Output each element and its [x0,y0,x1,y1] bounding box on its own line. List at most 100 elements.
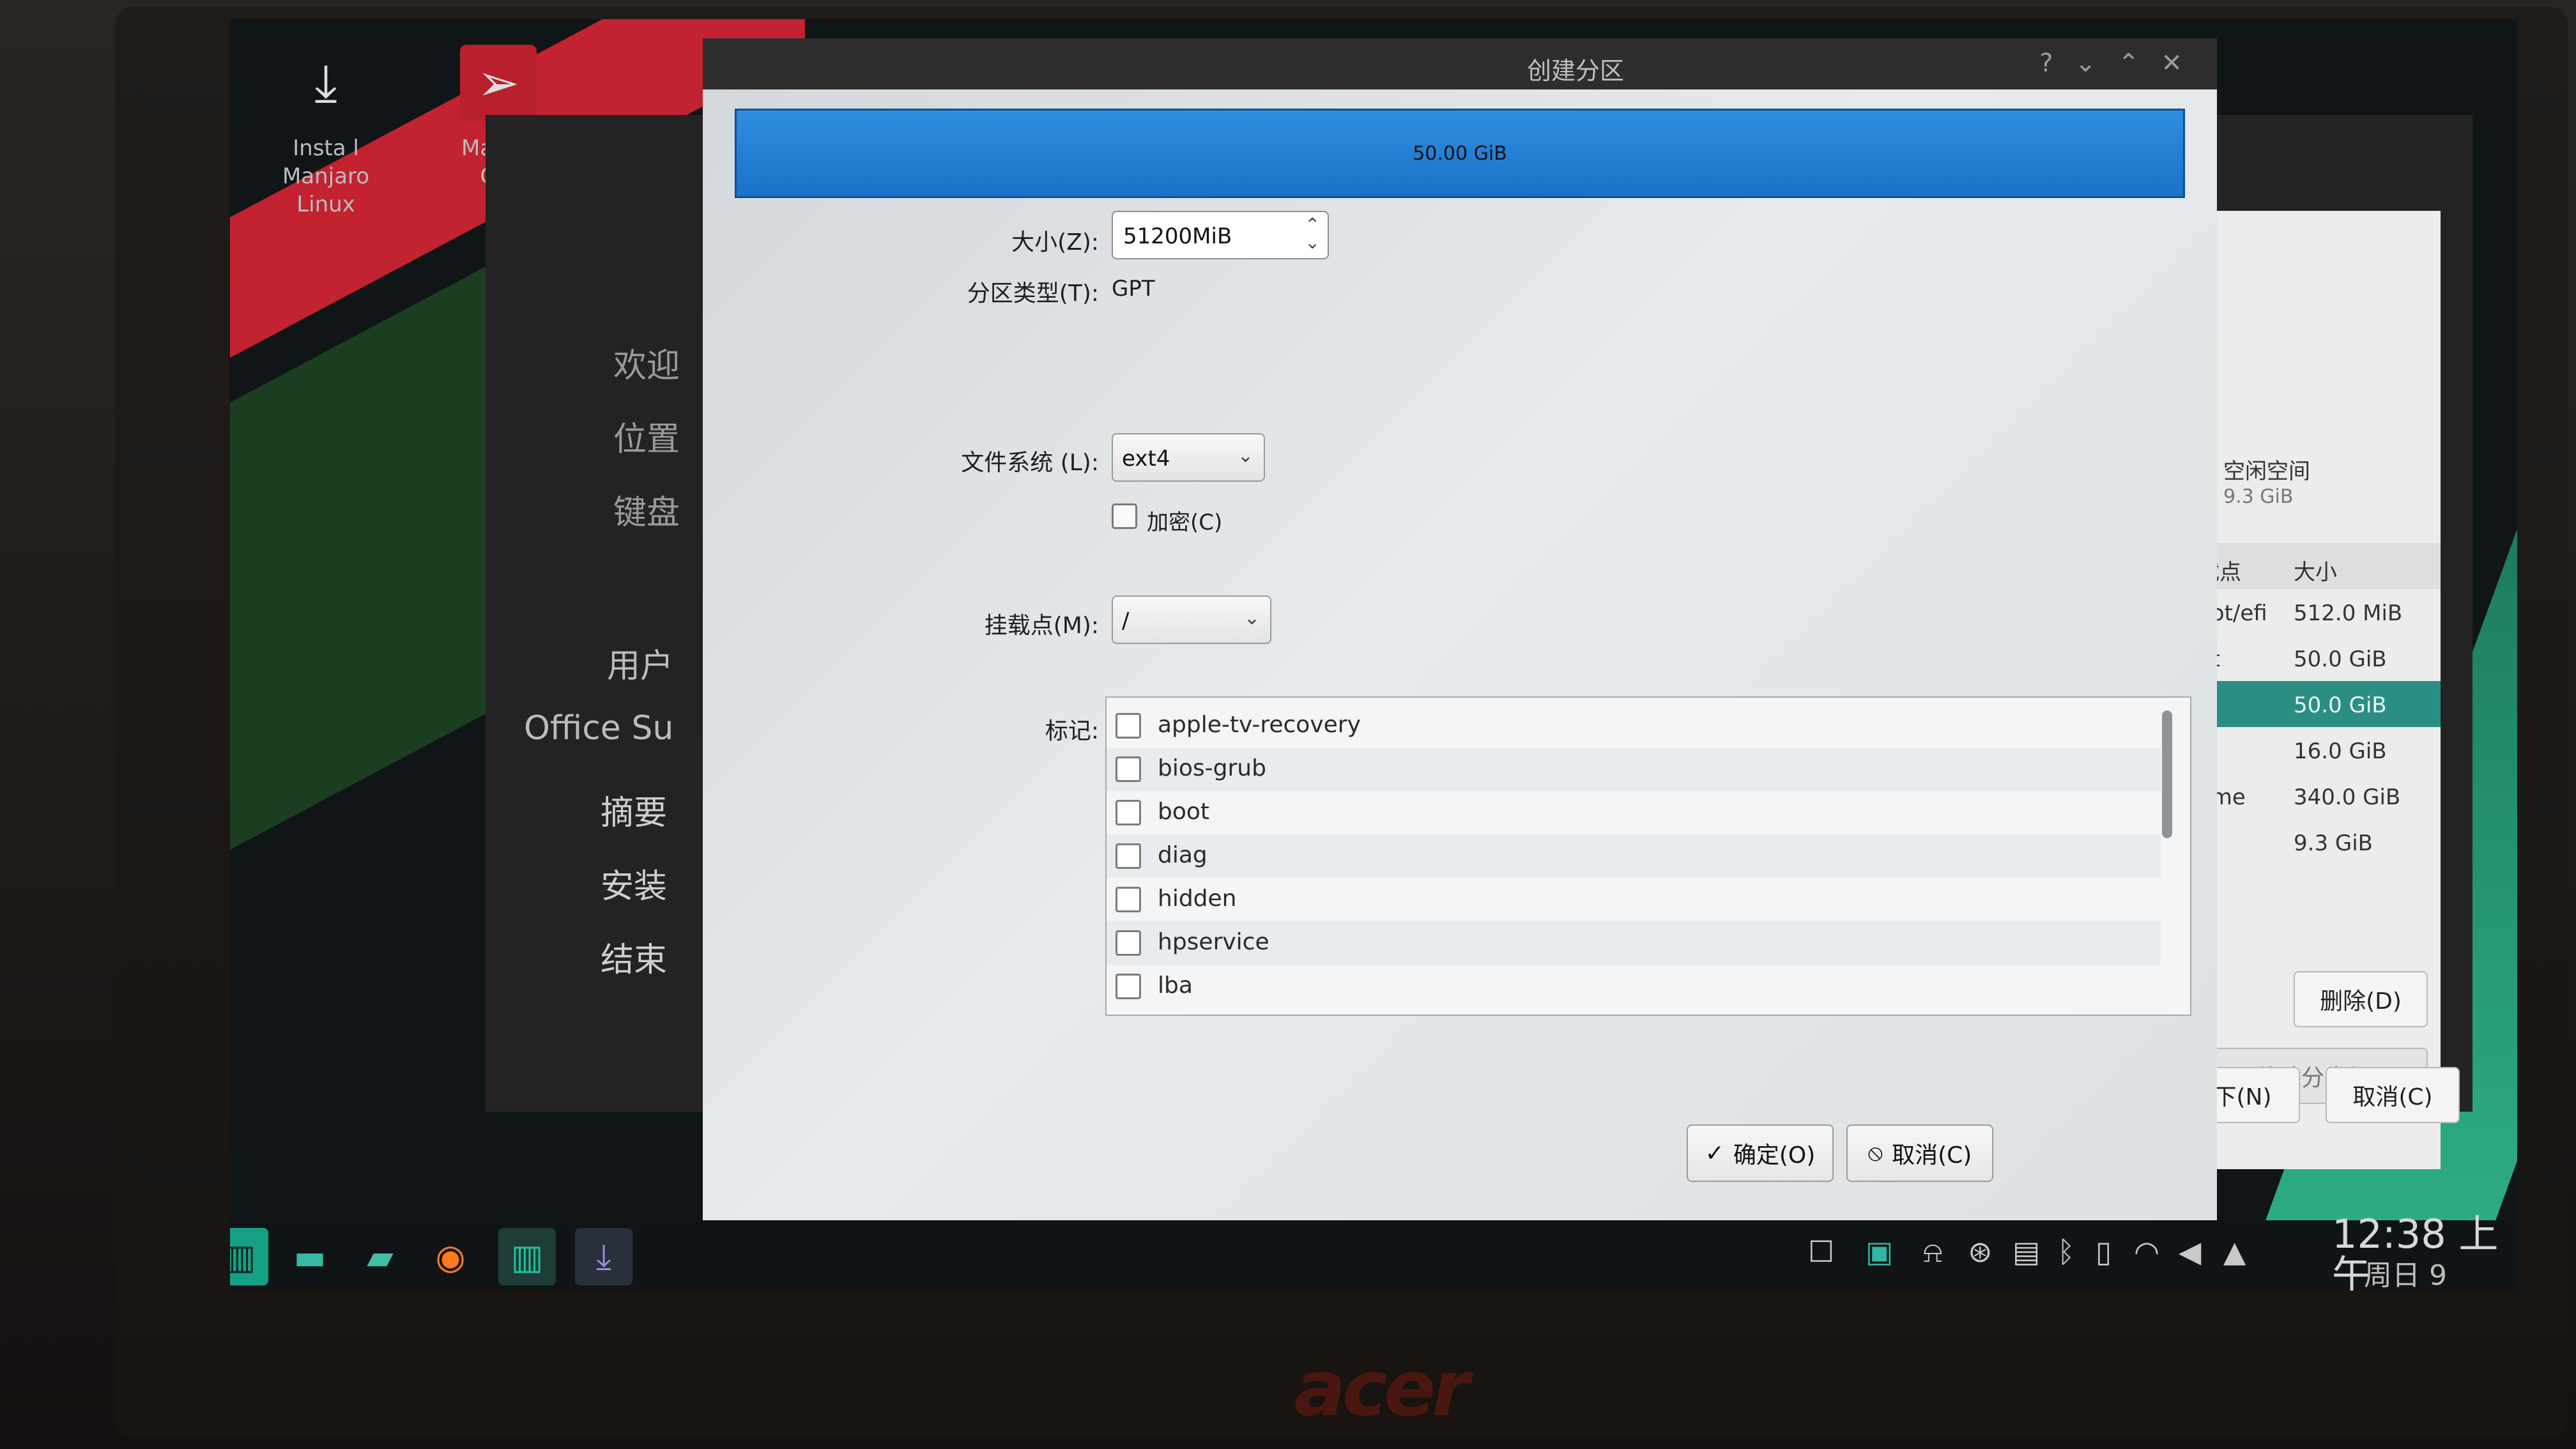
flag-label: boot [1158,799,1210,825]
free-space-size: 9.3 GiB [2223,486,2294,508]
size-value: 51200MiB [1123,224,1232,249]
installer-taskbar-icon[interactable]: ⤓ [575,1228,632,1285]
list-item[interactable]: hpservice [1107,921,2161,965]
table-row[interactable]: pt 50.0 GiB [2185,635,2441,681]
flag-checkbox[interactable] [1116,756,1141,782]
flag-checkbox[interactable] [1116,843,1141,869]
minimize-icon[interactable]: ⌄ [2074,49,2118,78]
battery-icon[interactable]: ▯ [2096,1234,2112,1269]
encrypt-checkbox[interactable] [1112,503,1137,529]
show-desktop-icon[interactable]: ▬ [281,1228,339,1285]
filesystem-select[interactable]: ext4 ⌄ [1112,433,1265,482]
list-item[interactable]: apple-tv-recovery [1107,704,2161,747]
table-header: 载点 大小 [2185,543,2441,589]
partition-size-bar-label: 50.00 GiB [1413,142,1507,165]
filesystem-value: ext4 [1122,446,1170,471]
sidebar-item-location[interactable]: 位置 [613,412,680,460]
mount-point-select[interactable]: / ⌄ [1112,595,1271,644]
cancel-icon: ⦸ [1867,1140,1883,1166]
partition-type-label: 分区类型(T): [967,280,1099,307]
sidebar-item-keyboard[interactable]: 键盘 [613,486,680,533]
tray-expand-icon[interactable]: ▲ [2223,1234,2246,1269]
flag-checkbox[interactable] [1116,713,1141,739]
table-row[interactable]: 16.0 GiB [2185,727,2441,773]
clipboard-icon[interactable]: ▣ [1866,1234,1893,1269]
list-item[interactable]: bios-grub [1107,747,2161,791]
installer-cancel-button[interactable]: 取消(C) [2326,1067,2460,1123]
list-item[interactable]: lba [1107,965,2161,1008]
list-item[interactable]: diag [1107,834,2161,878]
flag-checkbox[interactable] [1116,930,1141,956]
flags-list[interactable]: apple-tv-recovery bios-grub boot diag hi… [1105,696,2191,1016]
sidebar-item-welcome[interactable]: 欢迎 [613,339,680,387]
flags-label: 标记: [1045,718,1099,744]
firefox-icon[interactable]: ◉ [422,1228,479,1285]
table-row[interactable]: 9.3 GiB [2185,819,2441,865]
sidebar-item-users[interactable]: 用户 [607,639,673,687]
updates-icon[interactable]: ⊛ [1968,1234,1993,1269]
sidebar-item-finish[interactable]: 结束 [601,933,667,981]
close-icon[interactable]: ✕ [2161,49,2204,78]
list-item[interactable]: hidden [1107,878,2161,921]
flags-scrollbar[interactable] [2162,710,2172,838]
create-partition-dialog: 50.00 GiB 大小(Z): 51200MiB ⌃ ⌄ 分区类型(T): GP… [703,89,2217,1239]
size-spinbox[interactable]: 51200MiB ⌃ ⌄ [1112,211,1329,259]
flag-checkbox[interactable] [1116,974,1141,999]
filesystem-label: 文件系统 (L): [961,450,1099,476]
partition-size-bar[interactable]: 50.00 GiB [735,109,2185,198]
partition-panel: 空闲空间 9.3 GiB 载点 大小 oot/efi 512.0 MiB pt … [2185,211,2441,1169]
mount-point-label: 挂载点(M): [984,613,1099,639]
free-space-label: 空闲空间 [2223,459,2310,484]
volume-icon[interactable]: ◀ [2179,1234,2201,1269]
partition-type-value: GPT [1112,276,1155,302]
taskbar: ▥ ▬ ▰ ◉ ▥ ⤓ ☐ ▣ ⍾ ⊛ ▤ ᛒ ▯ ◠ ◀ ▲ 12:38 上午… [230,1214,2517,1291]
list-item[interactable]: boot [1107,791,2161,834]
flag-label: bios-grub [1158,755,1266,781]
col-size-header: 大小 [2294,560,2337,585]
notifications-icon[interactable]: ⍾ [1923,1234,1942,1270]
sidebar-item-summary[interactable]: 摘要 [601,786,667,834]
table-row[interactable]: ome 340.0 GiB [2185,773,2441,819]
file-manager-icon[interactable]: ▰ [351,1228,409,1285]
sidebar-item-office[interactable]: Office Su [524,709,673,747]
ok-button[interactable]: ✓ 确定(O) [1687,1124,1834,1182]
desktop-icon-label: Linux [296,192,355,217]
flag-checkbox[interactable] [1116,887,1141,912]
help-icon[interactable]: ? [2039,49,2074,78]
storage-icon[interactable]: ▤ [2012,1234,2040,1269]
maximize-icon[interactable]: ⌃ [2118,49,2161,78]
flag-label: apple-tv-recovery [1158,712,1361,738]
cancel-button[interactable]: ⦸ 取消(C) [1846,1124,1993,1182]
chevron-down-icon: ⌄ [1237,445,1254,467]
monitor-brand-logo: acer [1294,1345,1470,1434]
chevron-down-icon: ⌄ [1243,607,1260,629]
spin-arrows-icon[interactable]: ⌃ ⌄ [1305,216,1320,252]
bluetooth-icon[interactable]: ᛒ [2057,1234,2075,1269]
mount-point-value: / [1122,608,1130,634]
desktop-icon-install-manjaro[interactable]: ⤓ Insta l Manjaro Linux [249,45,402,218]
wifi-icon[interactable]: ◠ [2134,1234,2159,1269]
flag-label: hpservice [1158,929,1269,955]
flag-label: lba [1158,972,1193,999]
cancel-button-label: 取消(C) [1892,1142,1972,1169]
window-controls: ?⌄⌃✕ [2039,49,2204,78]
desktop-icon-label: Insta l Manjaro [282,135,370,189]
flag-label: hidden [1158,885,1237,912]
flag-label: diag [1158,842,1208,868]
clock-date[interactable]: 周日 9 [2364,1252,2447,1291]
check-icon: ✓ [1705,1140,1724,1167]
table-row-selected[interactable]: 50.0 GiB [2185,681,2441,727]
sidebar-item-install[interactable]: 安装 [601,859,667,907]
dialog-titlebar[interactable]: 创建分区 ?⌄⌃✕ [703,38,2217,89]
delete-button[interactable]: 删除(D) [2294,971,2428,1027]
size-label: 大小(Z): [1011,229,1099,256]
manjaro-menu-icon[interactable]: ▥ [230,1228,268,1285]
flag-checkbox[interactable] [1116,800,1141,825]
manjaro-arrow-icon: ➢ [460,45,537,121]
encrypt-label: 加密(C) [1147,510,1223,535]
desktop-pager-icon[interactable]: ☐ [1808,1234,1834,1269]
download-icon: ⤓ [314,53,337,112]
table-row[interactable]: oot/efi 512.0 MiB [2185,589,2441,635]
manjaro-app-icon[interactable]: ▥ [498,1228,556,1285]
dialog-title: 创建分区 [1527,57,1625,85]
